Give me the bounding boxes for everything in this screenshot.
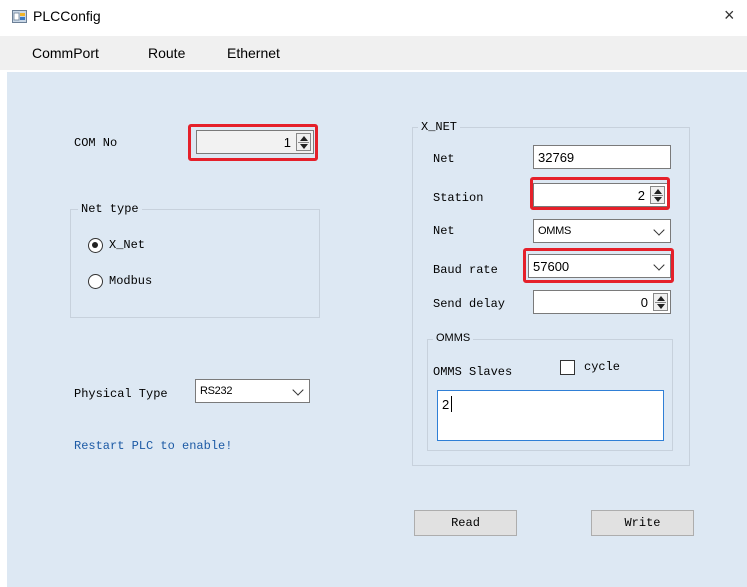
net-field[interactable]: 32769: [533, 145, 671, 169]
net-type-title: Net type: [78, 202, 142, 216]
net-mode-select[interactable]: OMMS: [533, 219, 671, 243]
omms-slaves-input[interactable]: 2: [437, 390, 664, 441]
net-value: 32769: [538, 150, 575, 165]
station-label: Station: [433, 191, 484, 205]
cycle-checkbox[interactable]: [560, 360, 575, 375]
net-type-group: [70, 209, 320, 318]
chevron-down-icon: [653, 224, 665, 236]
highlight-station: [530, 177, 670, 210]
physical-type-select[interactable]: RS232: [195, 379, 310, 403]
window-title: PLCConfig: [33, 8, 101, 24]
com-no-label: COM No: [74, 136, 118, 150]
xnet-title: X_NET: [418, 120, 461, 134]
omms-slaves-label: OMMS Slaves: [433, 365, 513, 379]
restart-notice: Restart PLC to enable!: [74, 439, 233, 453]
radio-modbus[interactable]: [88, 274, 103, 289]
cycle-label: cycle: [584, 360, 621, 374]
commport-panel: COM No 1 Net type X_Net Modbus Physical …: [7, 72, 747, 587]
radio-xnet[interactable]: [88, 238, 103, 253]
highlight-baud-rate: [523, 248, 674, 283]
omms-title: OMMS: [433, 332, 474, 344]
text-caret: [451, 396, 452, 412]
close-icon[interactable]: ×: [724, 5, 735, 26]
title-bar: PLCConfig ×: [0, 0, 747, 34]
physical-type-value: RS232: [200, 385, 233, 397]
chevron-down-icon: [292, 384, 304, 396]
write-button[interactable]: Write: [591, 510, 694, 536]
baud-rate-label: Baud rate: [433, 263, 498, 277]
net-mode-value: OMMS: [538, 225, 572, 237]
radio-modbus-label: Modbus: [109, 274, 153, 288]
send-delay-stepper[interactable]: 0: [533, 290, 671, 314]
send-delay-value: 0: [640, 295, 648, 310]
spin-icon[interactable]: [653, 293, 668, 311]
radio-xnet-label: X_Net: [109, 238, 146, 252]
net2-label: Net: [433, 224, 455, 238]
omms-slaves-value: 2: [442, 397, 450, 412]
net-label: Net: [433, 152, 455, 166]
menu-bar: CommPort Route Ethernet: [0, 36, 747, 70]
physical-type-label: Physical Type: [74, 387, 168, 401]
send-delay-label: Send delay: [433, 297, 506, 311]
menu-item-commport[interactable]: CommPort: [32, 45, 99, 61]
menu-item-route[interactable]: Route: [148, 45, 185, 61]
read-button[interactable]: Read: [414, 510, 517, 536]
menu-item-ethernet[interactable]: Ethernet: [227, 45, 280, 61]
highlight-com-no: [188, 124, 318, 161]
app-icon: [12, 10, 27, 23]
